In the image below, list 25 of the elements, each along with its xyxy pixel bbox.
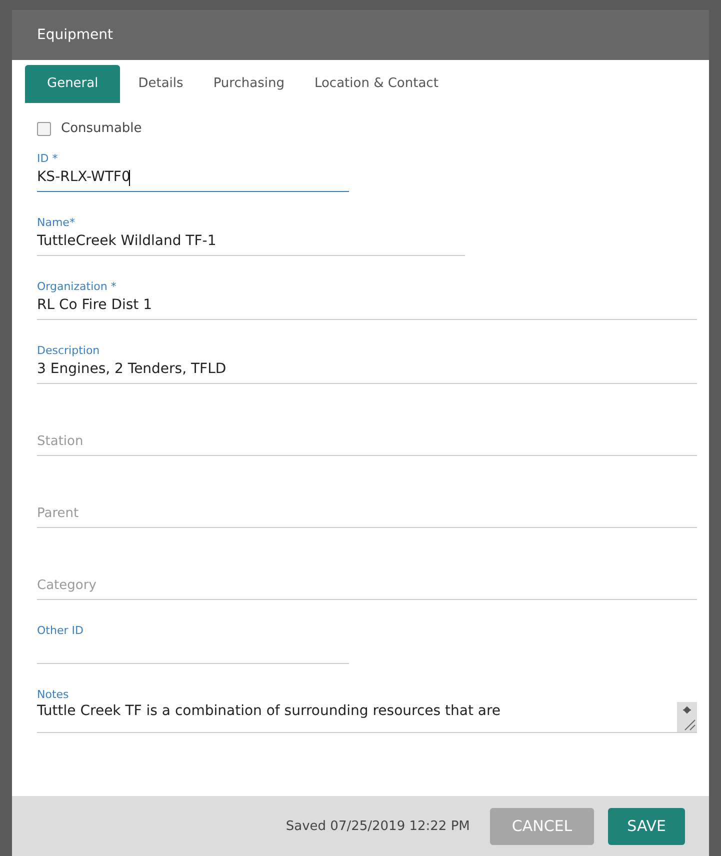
text-cursor <box>129 170 130 186</box>
tab[interactable]: Location & Contact <box>302 65 450 103</box>
field-label: Name* <box>37 216 75 230</box>
field-label: Other ID <box>37 624 84 638</box>
window-title: Equipment <box>37 27 113 43</box>
saved-status: Saved 07/25/2019 12:22 PM <box>286 818 470 834</box>
tab[interactable]: Purchasing <box>201 65 296 103</box>
input-field[interactable]: RL Co Fire Dist 1 <box>37 294 697 320</box>
save-button[interactable]: SAVE <box>608 808 685 844</box>
field-label: Notes <box>37 688 69 702</box>
tab[interactable]: Details <box>126 65 196 103</box>
input-field[interactable]: 3 Engines, 2 Tenders, TFLD <box>37 358 697 384</box>
resize-handle-icon[interactable] <box>677 702 697 732</box>
input-field[interactable]: TuttleCreek Wildland TF-1 <box>37 230 465 256</box>
field-label: Description <box>37 344 100 358</box>
notes-textarea[interactable]: Tuttle Creek TF is a combination of surrounding resources that are <box>37 702 677 731</box>
input-field[interactable]: KS-RLX-WTF0 <box>37 166 349 192</box>
checkbox-label: Consumable <box>61 121 142 136</box>
field-label: Organization * <box>37 280 116 294</box>
input-field[interactable]: Category <box>37 566 697 600</box>
input-field[interactable]: Parent <box>37 494 697 528</box>
tab[interactable]: General <box>25 65 120 103</box>
checkbox[interactable] <box>37 122 51 136</box>
input-field[interactable]: Station <box>37 422 697 456</box>
field-label: ID * <box>37 152 58 166</box>
